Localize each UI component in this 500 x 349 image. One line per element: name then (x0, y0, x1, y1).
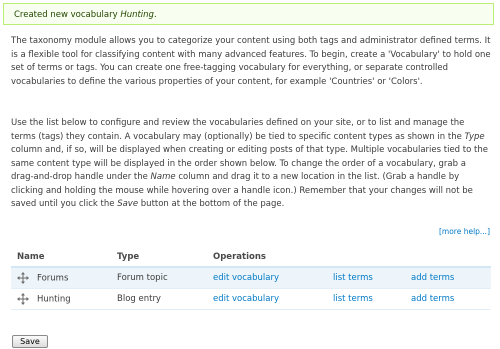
help-usage-part-d: button at the bottom of the page. (138, 199, 285, 209)
help-text-usage: Use the list below to configure and revi… (11, 117, 491, 212)
list-terms-link[interactable]: list terms (333, 294, 373, 304)
vocabulary-type: Forum topic (111, 267, 207, 289)
help-paragraph-usage: Use the list below to configure and revi… (11, 117, 491, 212)
edit-vocabulary-cell: edit vocabulary (207, 288, 327, 310)
table-row: Hunting Blog entry edit vocabulary list … (11, 288, 491, 310)
status-text-prefix: Created new vocabulary (14, 10, 121, 20)
save-button[interactable]: Save (12, 335, 48, 348)
vocabulary-type: Blog entry (111, 288, 207, 310)
column-header-name: Name (11, 247, 111, 268)
vocabulary-table: Name Type Operations Forums Forum topic … (11, 247, 491, 310)
drag-handle-icon[interactable] (17, 271, 29, 284)
drag-handle-icon[interactable] (17, 292, 29, 305)
add-terms-link[interactable]: add terms (411, 294, 454, 304)
table-row: Forums Forum topic edit vocabulary list … (11, 267, 491, 289)
list-terms-cell: list terms (327, 288, 405, 310)
table-header-row: Name Type Operations (11, 247, 491, 268)
help-usage-part-a: Use the list below to configure and revi… (11, 118, 465, 142)
add-terms-cell: add terms (405, 288, 491, 310)
add-terms-link[interactable]: add terms (411, 273, 454, 283)
help-text-intro: The taxonomy module allows you to catego… (11, 36, 491, 87)
more-help-link[interactable]: [more help...] (439, 227, 490, 236)
edit-vocabulary-link[interactable]: edit vocabulary (213, 273, 279, 283)
vocabulary-name: Hunting (37, 294, 71, 304)
help-usage-type-term: Type (464, 131, 485, 142)
edit-vocabulary-cell: edit vocabulary (207, 267, 327, 289)
help-usage-name-term: Name (150, 172, 176, 182)
column-header-operations: Operations (207, 247, 491, 268)
vocabulary-name: Forums (37, 273, 69, 284)
help-paragraph-intro: The taxonomy module allows you to catego… (11, 35, 491, 89)
status-message: Created new vocabulary Hunting. (3, 3, 494, 25)
status-text-suffix: . (153, 10, 157, 20)
list-terms-link[interactable]: list terms (333, 273, 373, 283)
vocabulary-name-cell: Forums (11, 267, 111, 289)
edit-vocabulary-link[interactable]: edit vocabulary (213, 294, 279, 304)
vocabulary-name-cell: Hunting (11, 288, 111, 310)
more-help: [more help...] (439, 227, 490, 236)
list-terms-cell: list terms (327, 267, 405, 289)
status-vocabulary-name: Hunting (120, 10, 154, 20)
help-usage-save-term: Save (117, 199, 139, 209)
add-terms-cell: add terms (405, 267, 491, 289)
column-header-type: Type (111, 247, 207, 268)
